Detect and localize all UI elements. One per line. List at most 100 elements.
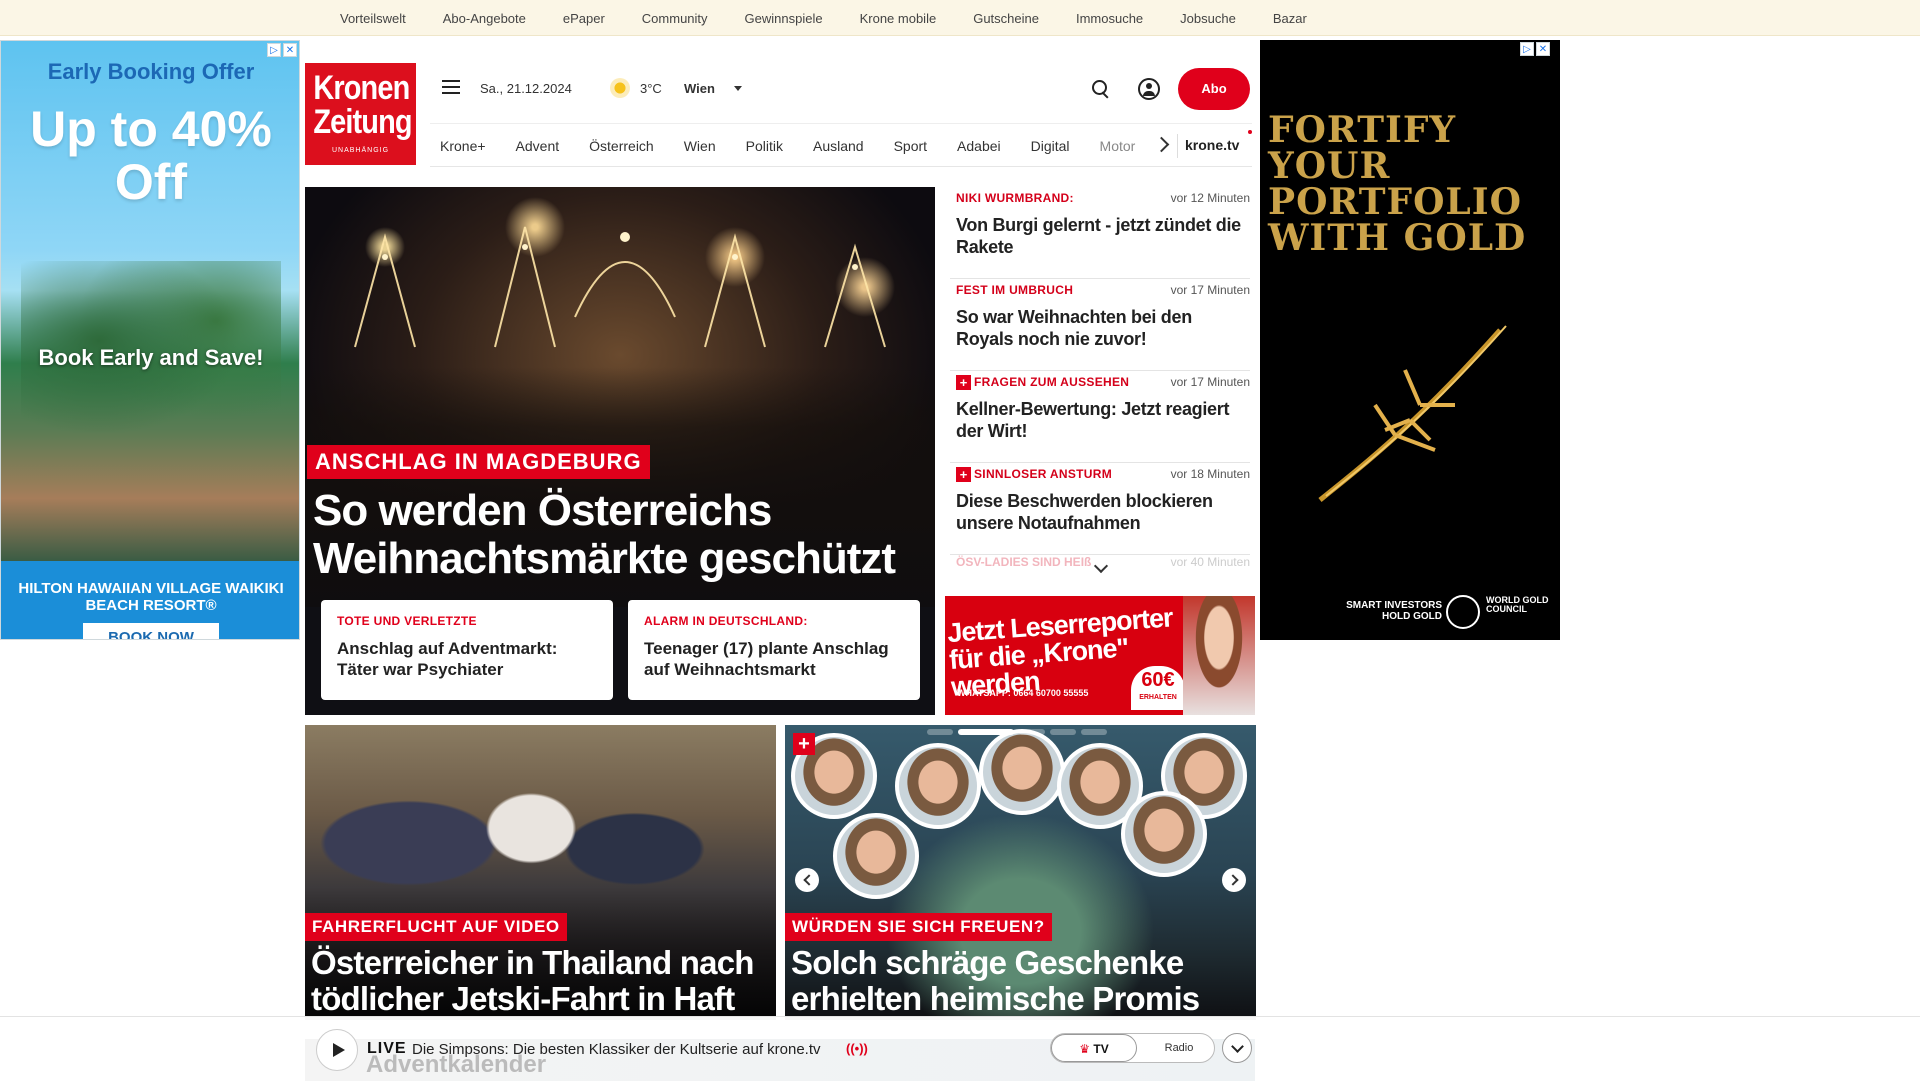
nav-item-motor[interactable]: Motor — [1100, 138, 1136, 154]
search-icon[interactable] — [1090, 78, 1112, 100]
reporter-whatsapp: WHATSAPP: 0664 60700 55555 — [957, 688, 1089, 698]
ticker-item[interactable]: + SINNLOSER ANSTURM vor 18 Minuten Diese… — [950, 463, 1250, 555]
crown-icon: ♛ — [1079, 1042, 1091, 1056]
carousel-prev-icon[interactable] — [795, 868, 819, 892]
ticker-time: vor 12 Minuten — [1170, 191, 1250, 205]
utility-link-gewinnspiele[interactable]: Gewinnspiele — [745, 11, 823, 26]
hero-decoration-lights — [354, 226, 886, 348]
card-title: Solch schräge Geschenke erhielten heimis… — [791, 944, 1200, 1017]
current-date: Sa., 21.12.2024 — [480, 81, 572, 96]
utility-link-gutscheine[interactable]: Gutscheine — [973, 11, 1039, 26]
header-bar: Sa., 21.12.2024 3°C Wien Abo — [430, 68, 1252, 110]
hero-subarticle-2[interactable]: ALARM IN DEUTSCHLAND: Teenager (17) plan… — [628, 600, 920, 700]
ticker-title: Kellner-Bewertung: Jetzt reagiert der Wi… — [956, 399, 1230, 441]
ad-world-gold-council[interactable]: FORTIFY YOUR PORTFOLIO WITH GOLD SMART I… — [1260, 40, 1560, 640]
utility-link-vorteilswelt[interactable]: Vorteilswelt — [340, 11, 406, 26]
hamburger-menu-icon[interactable] — [442, 80, 460, 96]
news-ticker: NIKI WURMBRAND: vor 12 Minuten Von Burgi… — [950, 187, 1250, 579]
tv-radio-switch[interactable]: ♛ TV Radio — [1050, 1033, 1215, 1063]
play-icon[interactable] — [316, 1029, 358, 1071]
carousel-dots[interactable] — [927, 729, 1107, 735]
nav-item-politik[interactable]: Politik — [746, 138, 783, 154]
ad-book-now-button[interactable]: BOOK NOW — [83, 623, 219, 639]
ticker-item[interactable]: FEST IM UMBRUCH vor 17 Minuten So war We… — [950, 279, 1250, 371]
ticker-kicker: FEST IM UMBRUCH — [956, 283, 1074, 297]
ticker-title: Diese Beschwerden blockieren unsere Nota… — [956, 491, 1213, 533]
chevron-down-icon[interactable] — [734, 86, 742, 91]
chevron-right-icon[interactable] — [1156, 136, 1168, 154]
utility-link-abo-angebote[interactable]: Abo-Angebote — [443, 11, 526, 26]
subarticle-kicker: ALARM IN DEUTSCHLAND: — [644, 614, 808, 628]
expand-chevron-icon[interactable] — [1222, 1033, 1252, 1063]
utility-link-jobsuche[interactable]: Jobsuche — [1180, 11, 1236, 26]
krone-plus-icon: + — [793, 733, 815, 755]
utility-link-bazar[interactable]: Bazar — [1273, 11, 1307, 26]
utility-link-community[interactable]: Community — [642, 11, 708, 26]
abo-button[interactable]: Abo — [1178, 68, 1250, 110]
logo-tagline: UNABHÄNGIG — [331, 147, 390, 154]
hero-subarticle-1[interactable]: TOTE UND VERLETZTE Anschlag auf Adventma… — [321, 600, 613, 700]
utility-link-immosuche[interactable]: Immosuche — [1076, 11, 1143, 26]
nav-item-digital[interactable]: Digital — [1031, 138, 1070, 154]
nav-items: Krone+ Advent Österreich Wien Politik Au… — [440, 124, 1135, 168]
krone-plus-icon: + — [956, 375, 971, 390]
nav-item-oesterreich[interactable]: Österreich — [589, 138, 654, 154]
radio-toggle[interactable]: Radio — [1149, 1034, 1209, 1062]
reporter-woman-image — [1183, 596, 1255, 715]
article-card-thailand[interactable]: FAHRERFLUCHT AUF VIDEO Österreicher in T… — [305, 725, 776, 1020]
ad-close-icon[interactable]: ✕ — [283, 43, 297, 57]
live-indicator-dot — [1248, 130, 1252, 134]
nav-item-ausland[interactable]: Ausland — [813, 138, 864, 154]
krone-plus-icon: + — [956, 467, 971, 482]
ad-sponsor-line: SMART INVESTORS HOLD GOLD — [1346, 600, 1442, 622]
adchoices-icon[interactable]: ▷ — [1520, 42, 1534, 56]
utility-link-krone-mobile[interactable]: Krone mobile — [860, 11, 937, 26]
hero-title[interactable]: So werden Österreichs Weihnachtsmärkte g… — [313, 486, 933, 584]
user-account-icon[interactable] — [1138, 78, 1160, 100]
kronen-zeitung-logo[interactable]: Kronen Zeitung UNABHÄNGIG — [305, 63, 416, 165]
hero-kicker: ANSCHLAG IN MAGDEBURG — [307, 445, 650, 479]
ad-choices[interactable]: ▷ ✕ — [267, 43, 297, 57]
broadcast-icon: ((•)) — [846, 1041, 868, 1056]
nav-item-sport[interactable]: Sport — [894, 138, 927, 154]
nav-item-wien[interactable]: Wien — [684, 138, 716, 154]
tv-toggle[interactable]: ♛ TV — [1051, 1034, 1137, 1062]
live-program-text[interactable]: Die Simpsons: Die besten Klassiker der K… — [412, 1041, 821, 1058]
barbed-wire-image — [1318, 325, 1507, 502]
article-card-geschenke[interactable]: + WÜRDEN SIE SICH FREUEN? Solch schräge … — [785, 725, 1256, 1020]
ad-headline-discount: Up to 40% Off — [30, 101, 272, 210]
nav-item-krone-tv[interactable]: krone.tv — [1185, 137, 1239, 153]
card-title: Österreicher in Thailand nach tödlicher … — [311, 944, 754, 1017]
ad-hilton-hawaiian-village[interactable]: Early Booking Offer Up to 40% Off Book E… — [0, 40, 300, 640]
ticker-time: vor 18 Minuten — [1170, 467, 1250, 481]
celebrity-portrait — [979, 729, 1065, 815]
ticker-kicker: SINNLOSER ANSTURM — [974, 467, 1112, 481]
utility-link-epaper[interactable]: ePaper — [563, 11, 605, 26]
hero-article[interactable]: ANSCHLAG IN MAGDEBURG So werden Österrei… — [305, 187, 935, 715]
celebrity-portrait — [833, 813, 919, 899]
live-player-bar: Adventkalender LIVE Die Simpsons: Die be… — [0, 1016, 1920, 1081]
utility-links: Vorteilswelt Abo-Angebote ePaper Communi… — [340, 0, 1344, 36]
nav-item-adabei[interactable]: Adabei — [957, 138, 1001, 154]
ad-headline-book-early: Book Early and Save! — [38, 345, 264, 370]
ad-close-icon[interactable]: ✕ — [1536, 42, 1550, 56]
nav-item-advent[interactable]: Advent — [516, 138, 560, 154]
ticker-item[interactable]: NIKI WURMBRAND: vor 12 Minuten Von Burgi… — [950, 187, 1250, 279]
ad-brand-name: WORLD GOLD COUNCIL — [1486, 595, 1549, 615]
subarticle-title: Teenager (17) plante Anschlag auf Weihna… — [644, 639, 889, 680]
ad-choices-right[interactable]: ▷ ✕ — [1520, 42, 1550, 56]
ticker-time: vor 40 Minuten — [1170, 555, 1250, 569]
ad-headline-early-booking: Early Booking Offer — [47, 59, 255, 84]
city-selector[interactable]: Wien — [684, 81, 715, 96]
nav-item-kroneplus[interactable]: Krone+ — [440, 138, 486, 154]
card-kicker: FAHRERFLUCHT AUF VIDEO — [305, 913, 567, 941]
ticker-kicker: NIKI WURMBRAND: — [956, 191, 1074, 205]
carousel-next-icon[interactable] — [1222, 868, 1246, 892]
adchoices-icon[interactable]: ▷ — [267, 43, 281, 57]
sun-weather-icon — [610, 78, 630, 98]
reporter-reward-badge: 60€ ERHALTEN — [1131, 666, 1185, 710]
ticker-item[interactable]: + FRAGEN ZUM AUSSEHEN vor 17 Minuten Kel… — [950, 371, 1250, 463]
leserreporter-banner[interactable]: Jetzt Leserreporter für die „Krone" werd… — [945, 596, 1255, 715]
celebrity-portrait — [1121, 791, 1207, 877]
world-gold-council-logo-icon — [1446, 595, 1480, 629]
